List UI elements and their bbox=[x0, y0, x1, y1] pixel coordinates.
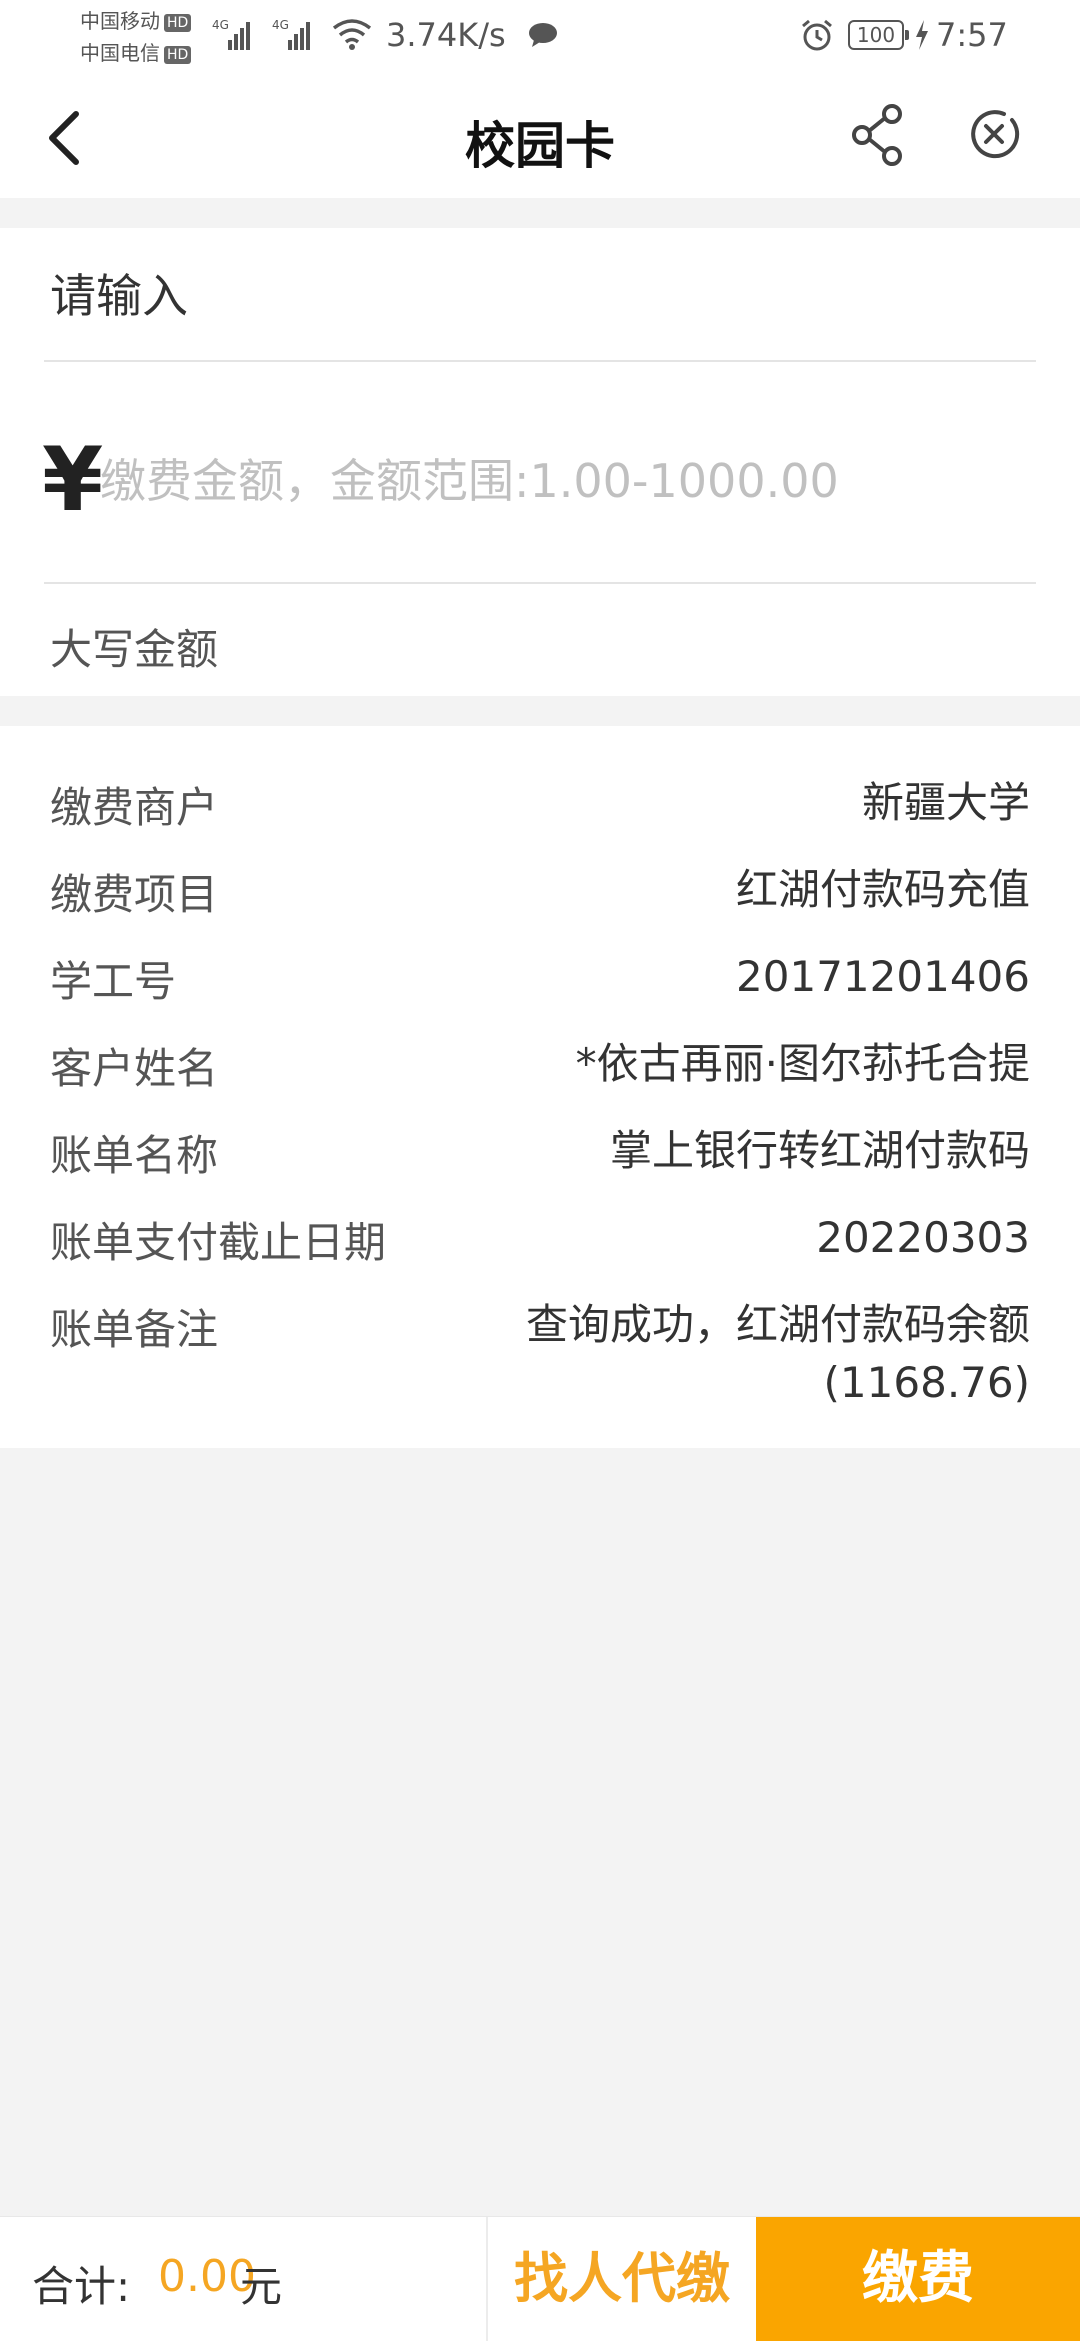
input-prompt: 请输入 bbox=[50, 269, 188, 323]
detail-value: 红湖付款码充值 bbox=[735, 865, 1030, 914]
charging-bolt-icon bbox=[916, 20, 928, 50]
detail-label: 缴费商户 bbox=[50, 783, 219, 832]
proxy-pay-button[interactable]: 找人代缴 bbox=[488, 2217, 756, 2341]
title-bar: 校园卡 bbox=[0, 78, 1080, 198]
carrier-1-label: 中国移动 bbox=[80, 9, 160, 33]
detail-row-due-date: 账单支付截止日期 20220303 bbox=[50, 1209, 1030, 1269]
carrier-china-telecom: 中国电信 HD bbox=[80, 41, 192, 65]
message-icon bbox=[529, 23, 557, 47]
currency-symbol: ¥ bbox=[42, 428, 104, 531]
signal-1-icon: 4G bbox=[212, 18, 256, 50]
detail-label: 客户姓名 bbox=[50, 1044, 219, 1093]
detail-row-customer-name: 客户姓名 *依古再丽·图尔荪托合提 bbox=[50, 1035, 1030, 1095]
carrier-china-mobile: 中国移动 HD bbox=[80, 9, 192, 33]
carrier-2-label: 中国电信 bbox=[80, 41, 160, 65]
divider bbox=[44, 360, 1036, 362]
close-mini-program-icon[interactable] bbox=[966, 106, 1022, 162]
remark-line-2: (1168.76) bbox=[823, 1358, 1030, 1407]
detail-label: 缴费项目 bbox=[50, 870, 219, 919]
detail-value: 掌上银行转红湖付款码 bbox=[609, 1126, 1030, 1175]
detail-row-remark: 账单备注 查询成功，红湖付款码余额 (1168.76) bbox=[50, 1296, 1030, 1416]
detail-value: 查询成功，红湖付款码余额 (1168.76) bbox=[526, 1296, 1030, 1412]
detail-row-merchant: 缴费商户 新疆大学 bbox=[50, 774, 1030, 834]
total-label: 合计: bbox=[32, 2262, 131, 2311]
hd-badge-2: HD bbox=[164, 45, 192, 64]
wifi-icon bbox=[332, 19, 372, 50]
detail-value: 20171201406 bbox=[736, 952, 1030, 1001]
detail-value: 新疆大学 bbox=[861, 778, 1030, 827]
remark-line-1: 查询成功，红湖付款码余额 bbox=[525, 1300, 1030, 1349]
net-speed: 3.74K/s bbox=[386, 16, 506, 54]
detail-row-item: 缴费项目 红湖付款码充值 bbox=[50, 861, 1030, 921]
hd-badge: HD bbox=[164, 13, 192, 32]
status-clock: 7:57 bbox=[936, 16, 1008, 54]
total-unit: 元 bbox=[240, 2262, 283, 2311]
pay-button[interactable]: 缴费 bbox=[756, 2217, 1080, 2341]
page-title: 校园卡 bbox=[465, 117, 615, 175]
alarm-icon bbox=[802, 19, 832, 51]
payment-input-card: 请输入 ¥ 大写金额 bbox=[0, 228, 1080, 696]
signal-2-icon: 4G bbox=[272, 18, 316, 50]
divider bbox=[44, 582, 1036, 584]
share-icon[interactable] bbox=[848, 102, 908, 168]
detail-row-student-id: 学工号 20171201406 bbox=[50, 948, 1030, 1008]
bill-details-card: 缴费商户 新疆大学 缴费项目 红湖付款码充值 学工号 20171201406 客… bbox=[0, 726, 1080, 1448]
detail-value: 20220303 bbox=[816, 1213, 1030, 1262]
bottom-action-bar: 合计: 0.00 元 找人代缴 缴费 bbox=[0, 2216, 1080, 2341]
battery-indicator: 100 bbox=[848, 20, 909, 50]
status-bar: 中国移动 HD 中国电信 HD 4G 4G 3.74K/s 100 7:57 bbox=[0, 0, 1080, 78]
amount-input[interactable] bbox=[100, 438, 1020, 524]
network-type-label-2: 4G bbox=[272, 18, 289, 32]
network-type-label: 4G bbox=[212, 18, 229, 32]
detail-value: *依古再丽·图尔荪托合提 bbox=[575, 1039, 1030, 1088]
detail-label: 账单名称 bbox=[50, 1131, 219, 1180]
detail-label: 账单支付截止日期 bbox=[50, 1218, 387, 1267]
detail-row-bill-name: 账单名称 掌上银行转红湖付款码 bbox=[50, 1122, 1030, 1182]
detail-label: 学工号 bbox=[50, 957, 177, 1006]
detail-label: 账单备注 bbox=[50, 1305, 219, 1354]
capital-amount-label: 大写金额 bbox=[50, 625, 219, 674]
